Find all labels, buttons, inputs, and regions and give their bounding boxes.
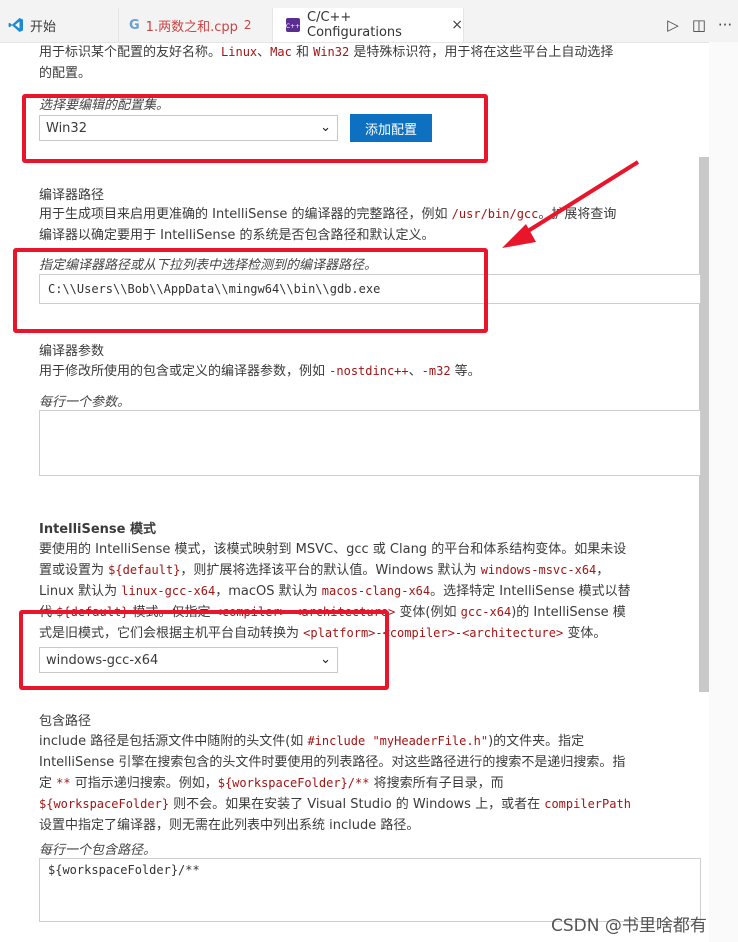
desc-text: 。选择特定 IntelliSense 模式以替: [430, 584, 631, 599]
include-path-description: include 路径是包括源文件中随附的头文件(如 #include "myHe…: [39, 731, 661, 836]
code-default: ${default}: [108, 563, 181, 577]
include-path-hint: 每行一个包含路径。: [39, 843, 157, 858]
run-icon[interactable]: ▷: [660, 16, 686, 34]
desc-line1: 要使用的 IntelliSense 模式，该模式映射到 MSVC、gcc 或 C…: [39, 542, 627, 557]
desc-line2: 的配置。: [39, 66, 92, 81]
desc-text: 置或设置为: [39, 563, 109, 578]
code-win32: Win32: [313, 45, 350, 59]
code-windows-msvc-x64: windows-msvc-x64: [480, 563, 597, 577]
desc-text-end: 是特殊标识符，用于将在这些平台上自动选择: [349, 45, 614, 60]
desc-text: )的文件夹。指定: [488, 734, 585, 749]
annotation-arrow-icon: [502, 160, 640, 248]
desc-sep: 、: [257, 45, 271, 60]
include-path-value: ${workspaceFolder}/**: [48, 863, 200, 877]
compiler-args-textarea[interactable]: [39, 410, 701, 476]
config-name-description: 用于标识某个配置的友好名称。Linux、Mac 和 Win32 是特殊标识符，用…: [39, 42, 661, 84]
code-workspace-folder: ${workspaceFolder}: [39, 797, 170, 811]
code-linux: Linux: [221, 45, 258, 59]
annotation-box-intellisense: [19, 610, 389, 690]
tab-configurations-label: C/C++ Configurations: [307, 10, 402, 40]
desc-text: 可指示递归搜索。例如，: [70, 776, 218, 791]
code-m32: -m32: [421, 364, 451, 378]
desc-line2: 编译器以确定要用于 IntelliSense 的系统是否包含路径和默认定义。: [39, 228, 435, 243]
code-workspace-folder-recursive: ${workspaceFolder}/**: [217, 776, 370, 790]
desc-text: include 路径是包括源文件中随附的头文件(如: [39, 734, 308, 749]
intellisense-mode-title: IntelliSense 模式: [39, 522, 157, 537]
close-icon[interactable]: ×: [451, 17, 463, 33]
annotation-box-config: [22, 94, 488, 163]
cpp-extension-icon: C++: [285, 17, 301, 33]
desc-text: 定: [39, 776, 57, 791]
compiler-path-title: 编译器路径: [39, 188, 105, 203]
desc-text: Linux 默认为: [39, 584, 122, 599]
tab-configurations[interactable]: C++ C/C++ Configurations ×: [272, 8, 464, 42]
include-path-title: 包含路径: [39, 714, 92, 729]
compiler-args-hint: 每行一个参数。: [39, 395, 131, 410]
tab-cpp-problem-count: 2: [243, 18, 252, 32]
desc-text: 变体(例如: [395, 605, 461, 620]
code-nostdinc: -nostdinc++: [329, 364, 409, 378]
desc-text: ，则扩展将选择该平台的默认值。Windows 默认为: [180, 563, 481, 578]
more-actions-icon[interactable]: ···: [712, 16, 738, 34]
desc-and: 和: [291, 45, 314, 60]
desc-text: ，macOS 默认为: [215, 584, 322, 599]
cpp-file-icon: G: [129, 17, 140, 33]
code-mac: Mac: [270, 45, 292, 59]
settings-content: 用于标识某个配置的友好名称。Linux、Mac 和 Win32 是特殊标识符，用…: [0, 42, 738, 942]
desc-text-end: 等。: [450, 364, 481, 379]
annotation-box-compiler-path: [13, 248, 488, 333]
code-linux-gcc-x64: linux-gcc-x64: [121, 584, 216, 598]
compiler-args-description: 用于修改所使用的包含或定义的编译器参数，例如 -nostdinc++、-m32 …: [39, 361, 661, 382]
editor-actions: ▷ ◫ ···: [660, 8, 738, 42]
tab-home[interactable]: 开始: [0, 8, 118, 42]
svg-text:C++: C++: [286, 23, 300, 30]
desc-text: )的 IntelliSense 模: [511, 605, 626, 620]
code-include-header: #include "myHeaderFile.h": [307, 734, 489, 748]
tab-cpp-file[interactable]: G 1.两数之和.cpp 2: [118, 8, 270, 42]
minimap-area: [709, 42, 738, 942]
code-double-star: **: [56, 776, 71, 790]
desc-text: ，: [596, 563, 610, 578]
desc-text: 将搜索所有子目录，而: [369, 776, 504, 791]
desc-line5: 设置中指定了编译器，则无需在此列表中列出系统 include 路径。: [39, 818, 420, 833]
desc-line2: IntelliSense 引擎在搜索包含的头文件时要使用的列表路径。对这些路径进…: [39, 755, 626, 770]
desc-text: 变体。: [563, 626, 607, 641]
desc-sep: 、: [408, 364, 422, 379]
split-editor-icon[interactable]: ◫: [686, 16, 712, 34]
code-gcc-x64: gcc-x64: [460, 605, 512, 619]
desc-text: 用于生成项目来启用更准确的 IntelliSense 的编译器的完整路径，例如: [39, 207, 452, 222]
desc-text: 用于标识某个配置的友好名称。: [39, 45, 222, 60]
code-compiler-path: compilerPath: [544, 797, 631, 811]
desc-text: 则不会。如果在安装了 Visual Studio 的 Windows 上，或者在: [169, 797, 545, 812]
tab-home-label: 开始: [30, 19, 57, 35]
code-macos-clang-x64: macos-clang-x64: [321, 584, 431, 598]
desc-text: 用于修改所使用的包含或定义的编译器参数，例如: [39, 364, 330, 379]
vscode-logo-icon: [8, 17, 24, 33]
compiler-args-title: 编译器参数: [39, 344, 105, 359]
tab-cpp-label: 1.两数之和.cpp: [145, 19, 238, 35]
watermark: CSDN @书里啥都有: [551, 916, 707, 936]
